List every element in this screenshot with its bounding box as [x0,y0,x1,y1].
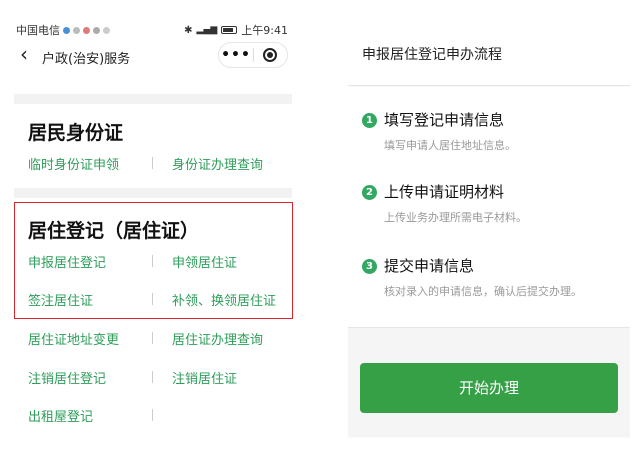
bluetooth-icon: ✱ [184,24,193,36]
process-title: 申报居住登记申办流程 [362,47,502,63]
battery-icon [221,26,238,34]
step-title: 填写登记申请信息 [384,111,505,129]
step-number-badge: 3 [362,259,377,274]
section-divider [14,188,292,198]
process-steps: 1 填写登记申请信息 填写申请人居住地址信息。 2 上传申请证明材料 上传业务办… [348,87,630,327]
link-id-query[interactable]: 身份证办理查询 [172,154,263,173]
link-separator [152,157,153,169]
status-icon [83,26,90,34]
step-number-badge: 2 [362,185,377,200]
status-icon [63,26,70,34]
step-number-badge: 1 [362,113,377,128]
link-temp-id-apply[interactable]: 临时身份证申领 [28,154,119,173]
link-separator [152,371,153,383]
status-right: ✱ ▂▄▆ 上午9:41 [184,22,288,38]
link-cancel-registration[interactable]: 注销居住登记 [28,368,106,387]
more-dots-icon[interactable]: ••• [219,43,253,67]
link-rental-registration[interactable]: 出租屋登记 [28,406,93,425]
step-description: 核对录入的申请信息，确认后提交办理。 [384,285,582,298]
status-icon [73,26,80,34]
link-address-change[interactable]: 居住证地址变更 [28,329,119,348]
clock: 上午9:41 [241,24,288,37]
step-title: 上传申请证明材料 [384,183,505,201]
start-button[interactable]: 开始办理 [360,363,618,413]
carrier-group: 中国电信 [16,22,110,38]
step-description: 填写申请人居住地址信息。 [384,139,516,152]
status-bar: 中国电信 ✱ ▂▄▆ 上午9:41 [0,0,310,40]
close-target-icon[interactable] [254,43,287,67]
step-title: 提交申请信息 [384,257,475,275]
carrier-label: 中国电信 [16,24,60,37]
left-screen: 中国电信 ✱ ▂▄▆ 上午9:41 ‹ 户政(治安)服务 ••• 居民身份证 临… [0,0,310,476]
link-separator [152,332,153,344]
link-permit-query[interactable]: 居住证办理查询 [172,329,263,348]
section-title-id-card: 居民身份证 [28,122,124,144]
highlight-box [14,202,293,319]
status-icon [103,26,110,34]
process-footer: 开始办理 [348,327,630,437]
step-description: 上传业务办理所需电子材料。 [384,211,527,224]
link-separator [152,409,153,421]
nav-bar: ‹ 户政(治安)服务 ••• [0,40,310,76]
section-divider [14,94,292,104]
mini-program-capsule: ••• [218,42,288,68]
page-title: 户政(治安)服务 [42,52,131,67]
link-cancel-permit[interactable]: 注销居住证 [172,368,237,387]
signal-icon: ▂▄▆ [196,25,218,35]
status-icon [93,26,100,34]
back-arrow-icon[interactable]: ‹ [20,44,28,64]
process-header: 申报居住登记申办流程 [348,22,630,86]
